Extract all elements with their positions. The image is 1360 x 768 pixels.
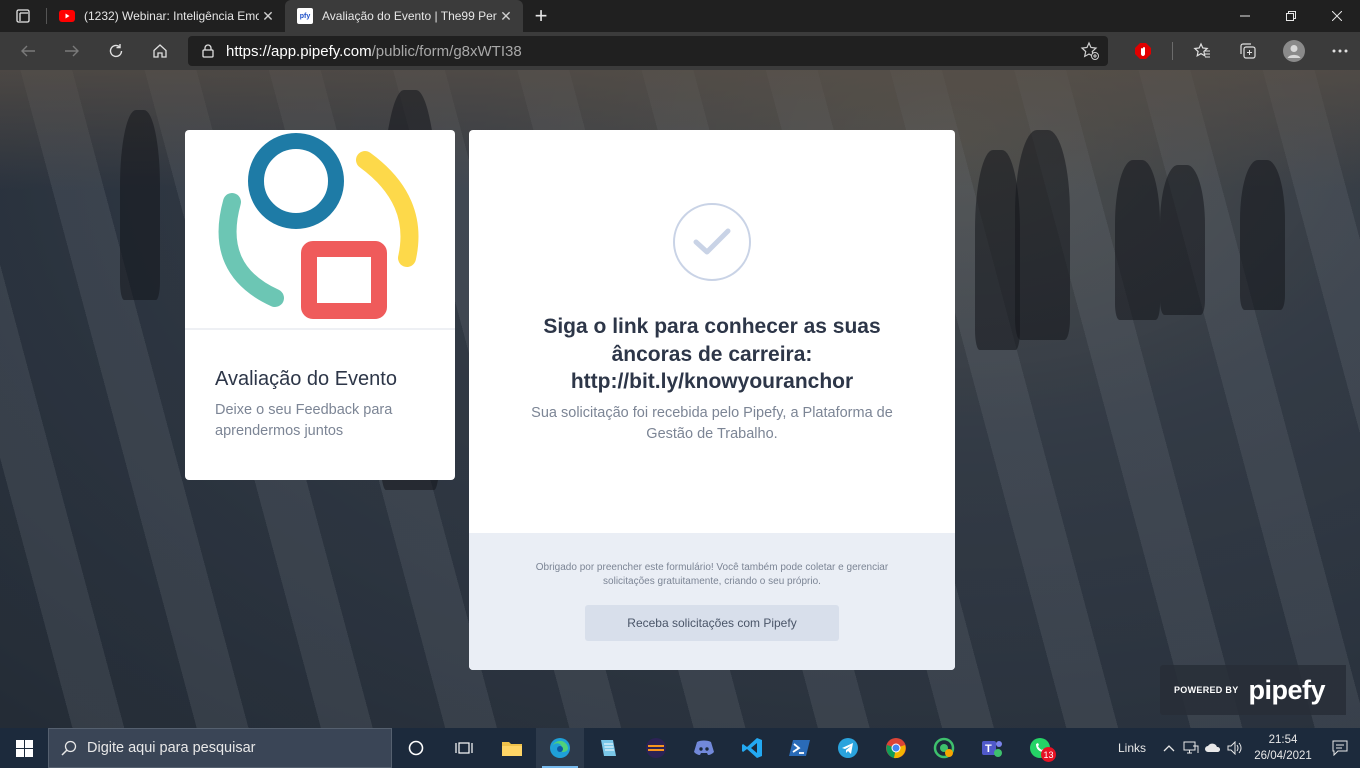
close-window-button[interactable] [1314, 0, 1360, 32]
links-toolbar[interactable]: Links [1118, 741, 1146, 755]
add-favorite-icon[interactable] [1080, 41, 1100, 66]
onedrive-cloud-icon[interactable] [1202, 743, 1224, 753]
footer-note: Obrigado por preencher este formulário! … [535, 562, 889, 587]
system-clock[interactable]: 21:54 26/04/2021 [1246, 732, 1320, 764]
extension-adblock-icon[interactable] [1120, 32, 1166, 70]
svg-text:T: T [985, 743, 992, 755]
search-icon [61, 740, 77, 756]
clock-time: 21:54 [1268, 734, 1298, 746]
teams-icon[interactable]: T [968, 728, 1016, 768]
chrome-icon[interactable] [872, 728, 920, 768]
system-tray: Links 21:54 26/04/2021 [1118, 728, 1360, 768]
notepad-app-icon[interactable] [584, 728, 632, 768]
powershell-icon[interactable] [776, 728, 824, 768]
more-options-icon[interactable] [1317, 32, 1360, 70]
url-host: https://app.pipefy.com [226, 42, 372, 60]
task-view-icon[interactable] [440, 728, 488, 768]
powered-by-pipefy-badge[interactable]: POWERED BY pipefy [1160, 665, 1346, 715]
network-icon[interactable] [1180, 741, 1202, 755]
chevron-up-icon[interactable] [1158, 744, 1180, 752]
success-subtitle: Sua solicitação foi recebida pelo Pipefy… [531, 405, 893, 442]
collections-icon[interactable] [1225, 32, 1271, 70]
new-tab-button[interactable]: + [523, 0, 559, 32]
close-tab-icon[interactable]: ✕ [497, 8, 515, 25]
clock-date: 26/04/2021 [1254, 750, 1312, 762]
discord-icon[interactable] [680, 728, 728, 768]
edge-browser-icon[interactable] [536, 728, 584, 768]
page-background: Avaliação do Evento Deixe o seu Feedback… [0, 70, 1360, 728]
browser-toolbar: https://app.pipefy.com/public/form/g8xWT… [0, 32, 1360, 70]
profile-avatar[interactable] [1271, 32, 1317, 70]
tab-title: Avaliação do Evento | The99 Perf [322, 9, 497, 23]
event-info-card: Avaliação do Evento Deixe o seu Feedback… [185, 130, 455, 480]
refresh-button[interactable] [94, 32, 138, 70]
url-path: /public/form/g8xWTI38 [371, 42, 522, 60]
whatsapp-icon[interactable]: 13 [1016, 728, 1064, 768]
favorites-icon[interactable] [1179, 32, 1225, 70]
file-explorer-icon[interactable] [488, 728, 536, 768]
taskbar-search-input[interactable]: Digite aqui para pesquisar [48, 728, 392, 768]
cortana-icon[interactable] [392, 728, 440, 768]
notification-badge: 13 [1041, 747, 1056, 762]
pipefy-logo: pipefy [1248, 674, 1326, 705]
pipefy-icon: pfy [297, 8, 313, 24]
powered-by-label: POWERED BY [1174, 685, 1239, 695]
search-placeholder: Digite aqui para pesquisar [87, 740, 256, 756]
tab-avaliacao-evento[interactable]: pfy Avaliação do Evento | The99 Perf ✕ [285, 0, 523, 32]
tab-actions-icon[interactable] [0, 0, 46, 32]
screen-recorder-icon[interactable] [920, 728, 968, 768]
success-title: Siga o link para conhecer as suas âncora… [499, 313, 925, 396]
start-button[interactable] [0, 728, 48, 768]
restore-button[interactable] [1268, 0, 1314, 32]
event-logo [185, 130, 455, 330]
address-bar[interactable]: https://app.pipefy.com/public/form/g8xWT… [188, 36, 1108, 66]
tab-title: (1232) Webinar: Inteligência Emo [84, 9, 259, 23]
forward-button[interactable] [50, 32, 94, 70]
close-tab-icon[interactable]: ✕ [259, 8, 277, 25]
minimize-button[interactable] [1222, 0, 1268, 32]
vscode-icon[interactable] [728, 728, 776, 768]
windows-taskbar: Digite aqui para pesquisar T 13 Links 21… [0, 728, 1360, 768]
back-button[interactable] [6, 32, 50, 70]
submission-success-card: Siga o link para conhecer as suas âncora… [469, 130, 955, 670]
check-circle-icon [673, 203, 751, 281]
action-center-icon[interactable] [1320, 740, 1360, 756]
event-description: Deixe o seu Feedback para aprendermos ju… [215, 402, 393, 439]
youtube-icon [59, 8, 75, 24]
get-pipefy-button[interactable]: Receba solicitações com Pipefy [585, 605, 839, 641]
lock-icon[interactable] [202, 44, 214, 58]
anchor-link: http://bit.ly/knowyouranchor [570, 370, 854, 393]
eclipse-icon[interactable] [632, 728, 680, 768]
card-footer: Obrigado por preencher este formulário! … [469, 533, 955, 670]
browser-tab-strip: (1232) Webinar: Inteligência Emo ✕ pfy A… [0, 0, 1360, 32]
home-button[interactable] [138, 32, 182, 70]
tab-youtube-webinar[interactable]: (1232) Webinar: Inteligência Emo ✕ [47, 0, 285, 32]
event-title: Avaliação do Evento [215, 368, 397, 390]
telegram-icon[interactable] [824, 728, 872, 768]
volume-icon[interactable] [1224, 741, 1246, 755]
